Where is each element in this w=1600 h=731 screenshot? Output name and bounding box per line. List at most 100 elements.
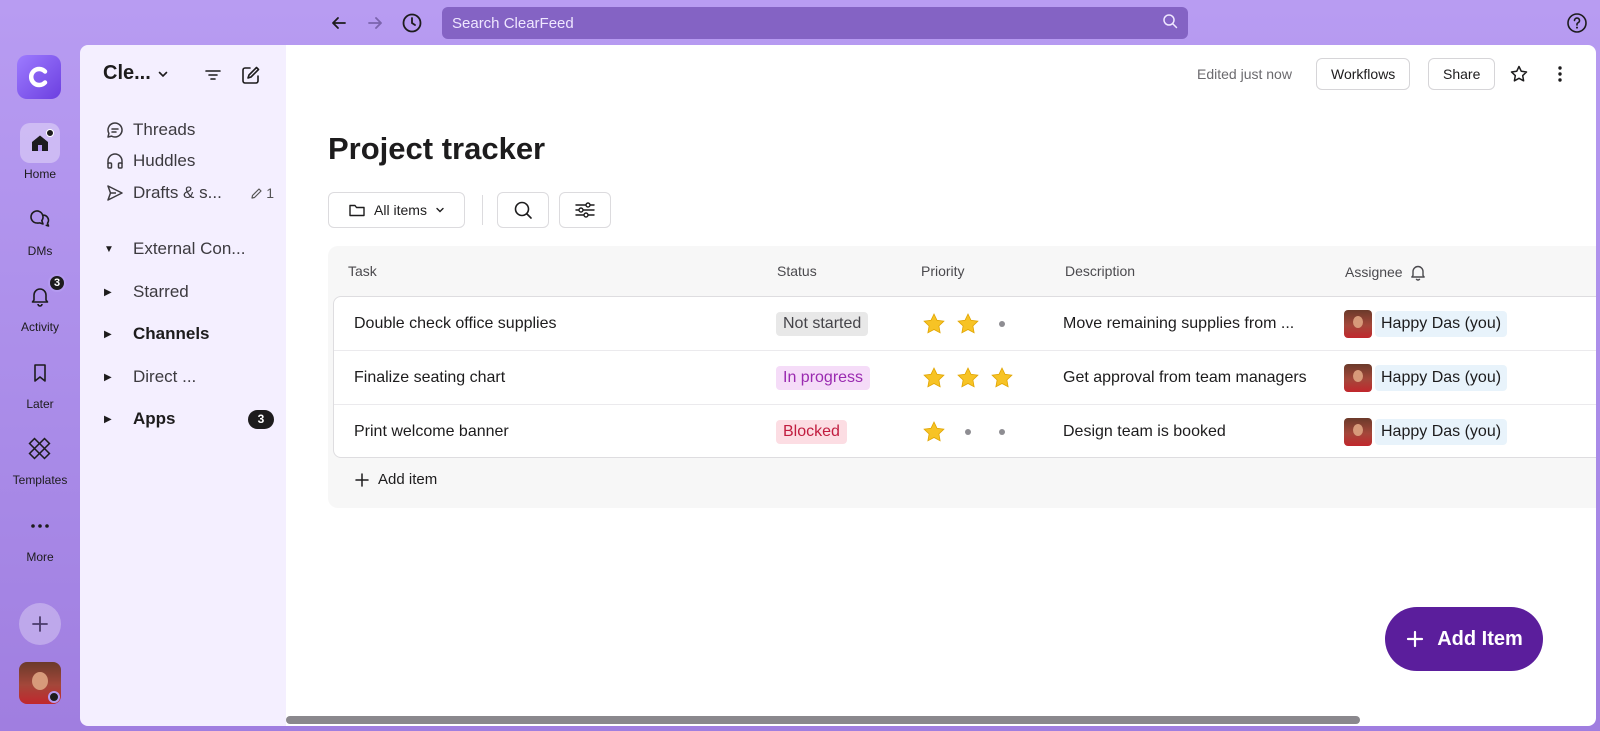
workspace-logo[interactable] [17,55,61,99]
assignee-avatar [1344,310,1372,338]
sidebar-item-threads[interactable]: Threads [104,117,274,143]
user-avatar[interactable] [19,662,61,704]
sidebar-section-external[interactable]: ▼ External Con... [104,236,274,262]
caret-right-icon: ▶ [104,413,112,425]
history-clock-icon[interactable] [399,10,425,36]
rail-label-activity: Activity [20,320,59,334]
table-row[interactable]: Double check office supplies Not started… [334,297,1596,351]
search-icon [514,201,532,219]
star-empty-dot [956,420,980,444]
task-cell[interactable]: Print welcome banner [354,405,509,459]
rail-label-more: More [26,550,54,564]
toolbar-divider [482,195,483,225]
priority-cell[interactable] [922,405,1014,459]
sidebar-section-direct[interactable]: ▶ Direct ... [104,364,274,390]
add-item-fab-button[interactable]: Add Item [1385,607,1543,671]
table-row[interactable]: Finalize seating chart In progress Get a… [334,351,1596,405]
rail-label-later: Later [26,397,54,411]
forward-arrow-icon[interactable] [362,10,388,36]
search-bar[interactable] [442,7,1188,39]
table-row[interactable]: Print welcome banner Blocked Design team… [334,405,1596,459]
star-icon[interactable] [1505,60,1533,88]
presence-status-icon [48,691,60,703]
app-rail: Home DMs 3 Activity Later Templates More [0,45,80,731]
more-icon [20,506,60,546]
star-filled-icon [922,420,946,444]
send-icon [104,183,126,203]
description-cell[interactable]: Design team is booked [1063,405,1226,459]
more-vertical-icon[interactable] [1546,60,1574,88]
search-icon [1162,13,1178,33]
task-cell[interactable]: Finalize seating chart [354,351,505,405]
sidebar-section-apps[interactable]: ▶ Apps 3 [104,406,274,432]
share-button[interactable]: Share [1428,58,1496,90]
add-item-row-button[interactable]: Add item [354,471,437,488]
column-header-task[interactable]: Task [348,263,377,279]
compose-icon[interactable] [238,62,264,88]
column-header-description[interactable]: Description [1065,263,1135,279]
top-bar [0,0,1600,45]
all-items-filter[interactable]: All items [328,192,465,228]
task-cell[interactable]: Double check office supplies [354,297,557,351]
dms-icon [20,200,60,240]
status-badge: Not started [776,312,869,336]
star-filled-icon [956,312,980,336]
sidebar-item-huddles[interactable]: Huddles [104,148,274,174]
rail-item-more[interactable]: More [0,506,80,564]
rail-item-dms[interactable]: DMs [0,200,80,258]
caret-right-icon: ▶ [104,286,112,298]
star-filled-icon [956,366,980,390]
status-cell[interactable]: Blocked [776,405,847,459]
rail-item-activity[interactable]: 3 Activity [0,274,80,334]
table-rows: Double check office supplies Not started… [333,296,1596,458]
sidebar-section-starred[interactable]: ▶ Starred [104,279,274,305]
sidebar-item-drafts[interactable]: Drafts & s... 1 [104,180,274,206]
back-arrow-icon[interactable] [326,10,352,36]
assignee-cell[interactable]: Happy Das (you) [1344,405,1508,459]
rail-label-templates: Templates [12,473,68,487]
caret-right-icon: ▶ [104,371,112,383]
sidebar-section-channels[interactable]: ▶ Channels [104,321,274,347]
add-workspace-button[interactable] [19,603,61,645]
rail-item-later[interactable]: Later [0,353,80,411]
description-cell[interactable]: Get approval from team managers [1063,351,1307,405]
workspace-name[interactable]: Cle... [103,62,169,85]
star-empty-dot [990,312,1014,336]
column-header-assignee[interactable]: Assignee [1345,263,1427,281]
priority-cell[interactable] [922,351,1014,405]
rail-item-home[interactable]: Home [0,123,80,181]
table-settings-button[interactable] [559,192,611,228]
help-icon[interactable] [1564,10,1590,36]
assignee-name: Happy Das (you) [1375,365,1508,391]
status-cell[interactable]: In progress [776,351,871,405]
horizontal-scrollbar[interactable] [286,712,1596,726]
rail-item-templates[interactable]: Templates [0,429,80,487]
status-cell[interactable]: Not started [776,297,869,351]
star-filled-icon [922,312,946,336]
workflows-button[interactable]: Workflows [1316,58,1411,90]
headphones-icon [104,151,126,171]
description-cell[interactable]: Move remaining supplies from ... [1063,297,1294,351]
table-search-button[interactable] [497,192,549,228]
main-content: Edited just now Workflows Share Project … [286,45,1596,726]
status-badge: In progress [776,366,871,390]
status-badge: Blocked [776,420,847,444]
plus-icon [1407,630,1424,648]
assignee-cell[interactable]: Happy Das (you) [1344,297,1508,351]
page-title: Project tracker [328,131,546,166]
scrollbar-thumb[interactable] [286,716,1360,724]
filter-icon[interactable] [200,62,226,88]
column-header-priority[interactable]: Priority [921,263,965,279]
column-header-status[interactable]: Status [777,263,817,279]
priority-cell[interactable] [922,297,1014,351]
plus-icon [32,616,48,632]
channel-sidebar: Cle... Threads Huddles Drafts & s... 1 ▼… [80,45,286,726]
edited-status: Edited just now [1197,66,1292,82]
search-input[interactable] [452,14,1162,32]
assignee-cell[interactable]: Happy Das (you) [1344,351,1508,405]
unread-dot [46,129,54,137]
bookmark-icon [20,353,60,393]
assignee-avatar [1344,418,1372,446]
drafts-count: 1 [266,185,274,201]
rail-label-home: Home [23,167,56,181]
